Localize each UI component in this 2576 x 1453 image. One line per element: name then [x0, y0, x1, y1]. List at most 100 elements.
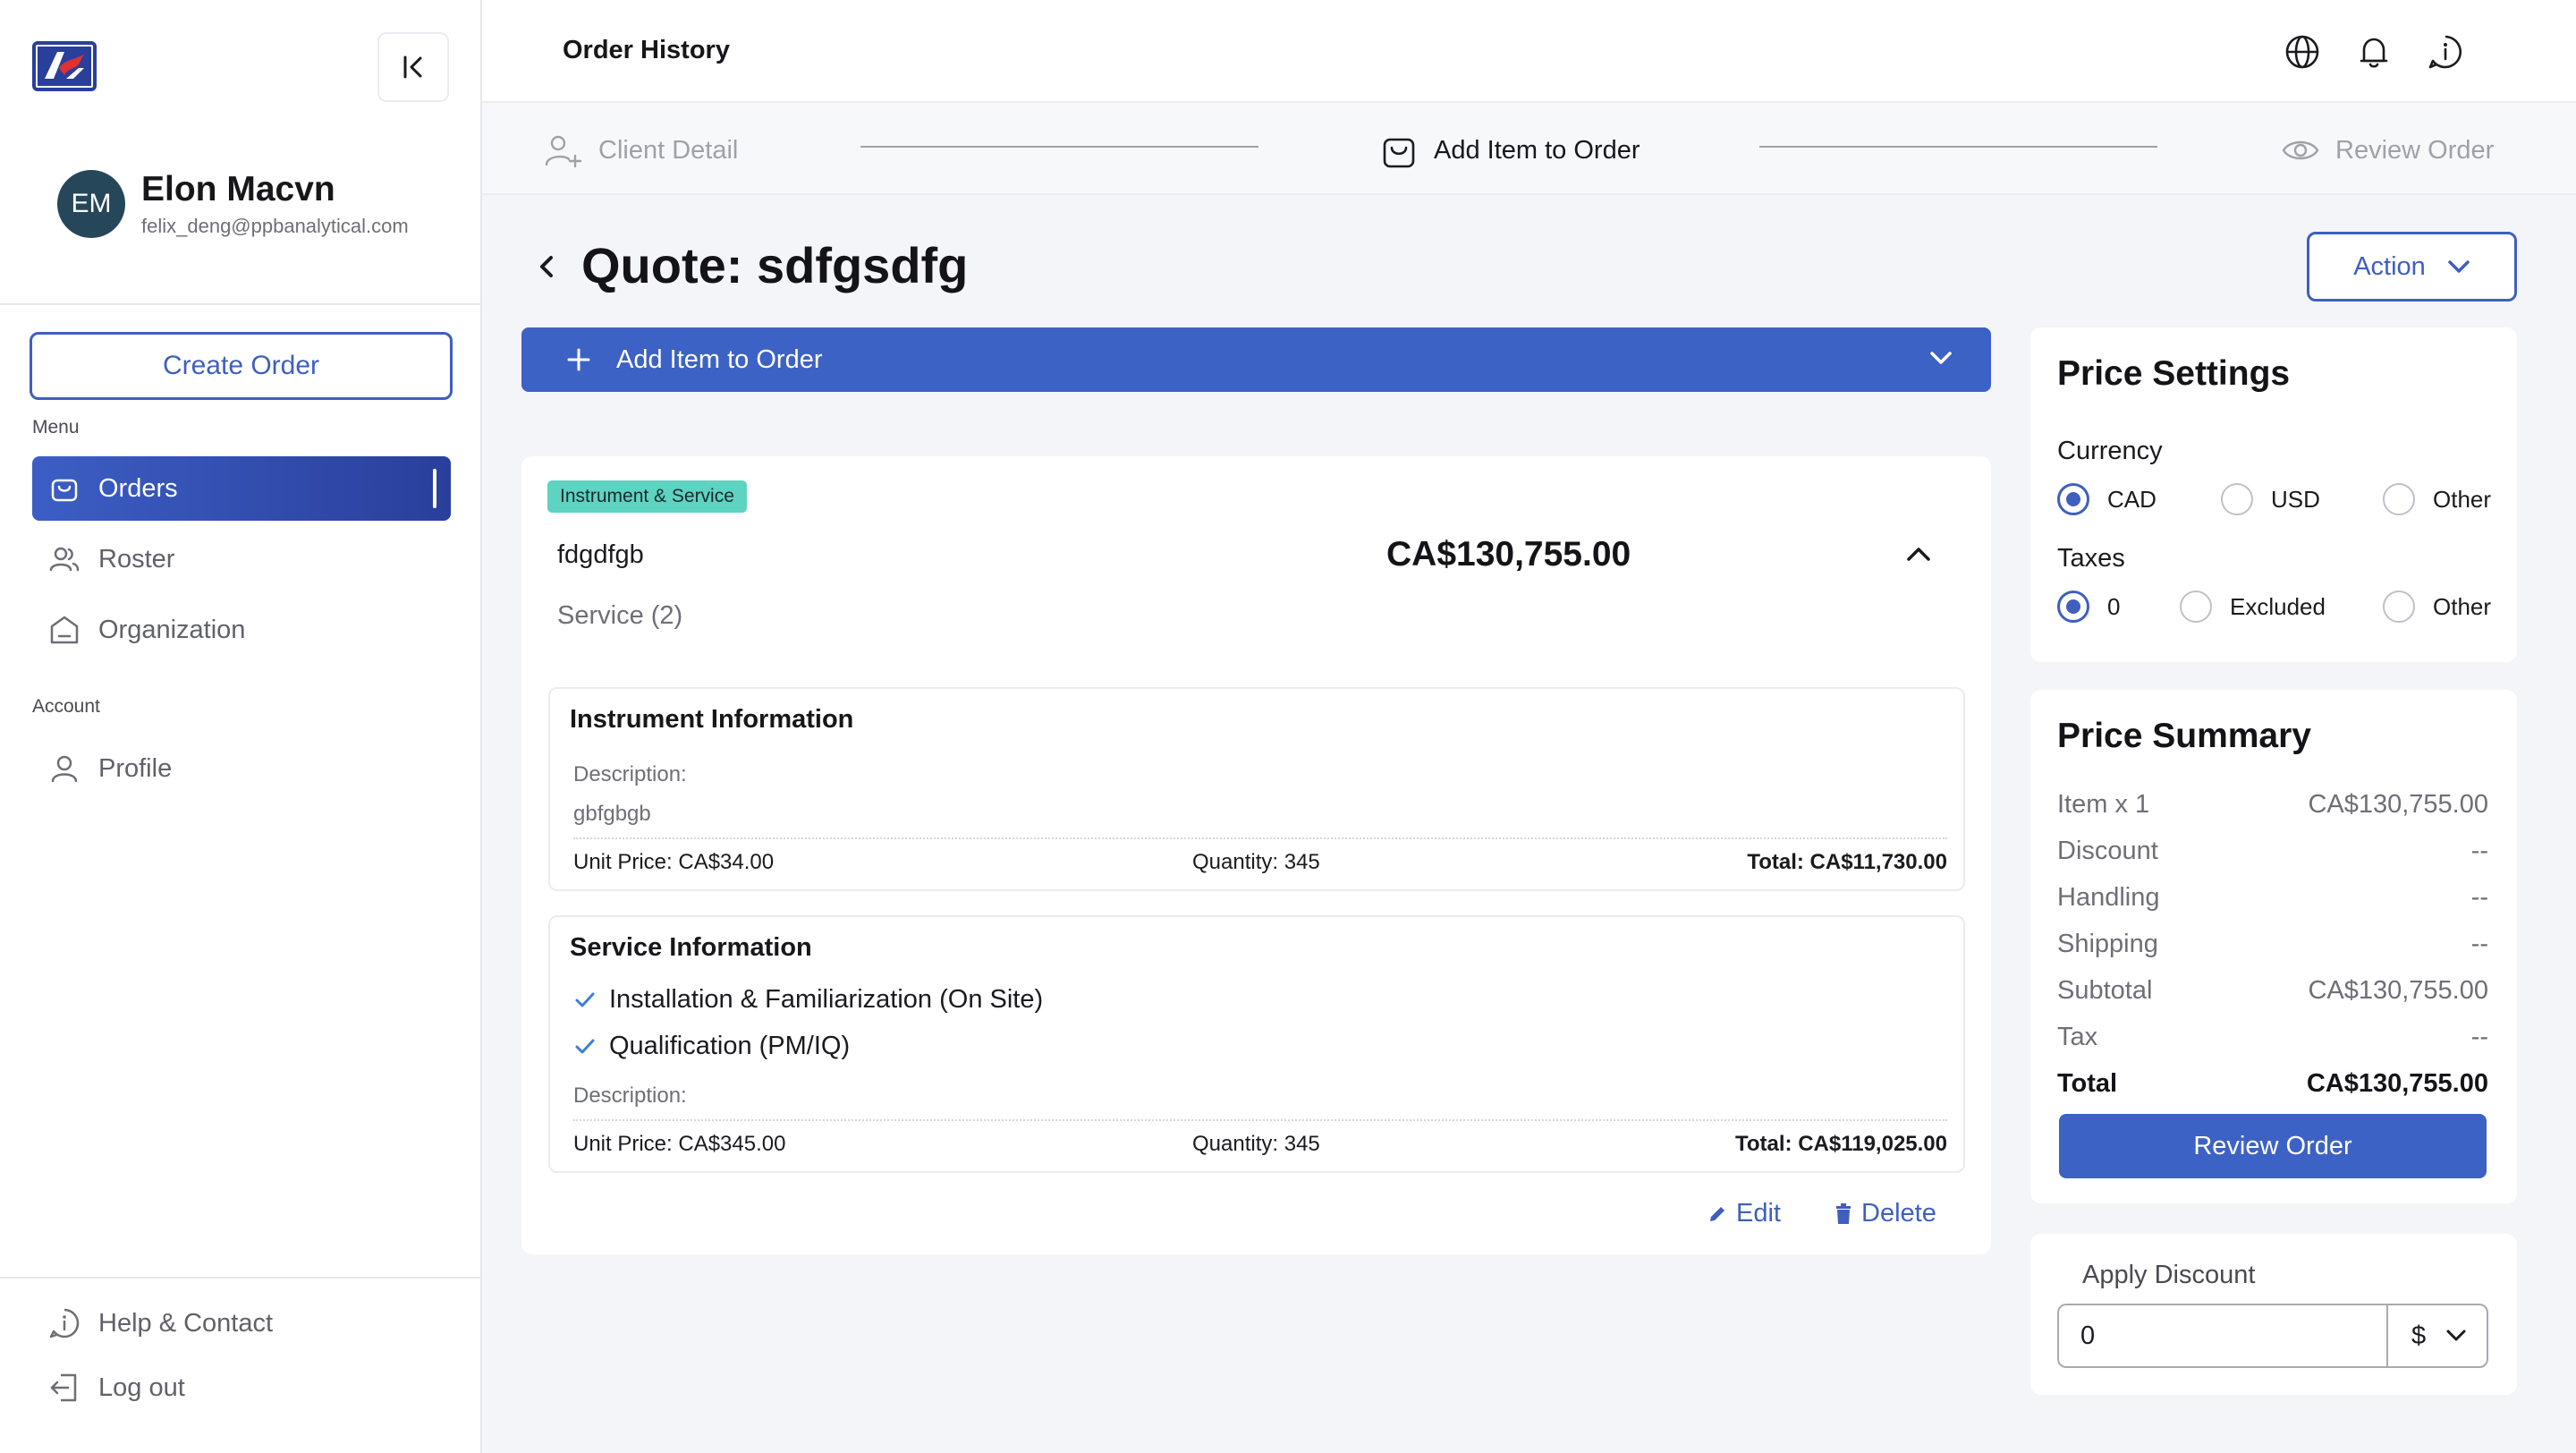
step-client-detail[interactable]: Client Detail — [543, 130, 738, 171]
logout-icon — [47, 1370, 82, 1406]
summary-label: Tax — [2057, 1023, 2098, 1051]
sidebar-item-help[interactable]: Help & Contact — [32, 1291, 451, 1355]
radio-label: Other — [2433, 485, 2492, 513]
line-total: Total: CA$119,025.00 — [1734, 1132, 1947, 1156]
summary-total-row: Total CA$130,755.00 — [2057, 1069, 2488, 1099]
delete-item-button[interactable]: Delete — [1835, 1199, 1936, 1228]
sidebar: EM Elon Macvn felix_deng@ppbanalytical.c… — [0, 0, 482, 1453]
chevron-down-icon — [1930, 352, 1952, 364]
summary-value: CA$130,755.00 — [2306, 1069, 2488, 1098]
radio-label: USD — [2271, 485, 2320, 513]
collapse-sidebar-button[interactable] — [377, 32, 449, 102]
pencil-icon — [1710, 1206, 1724, 1221]
apply-discount-panel: Apply Discount $ — [2030, 1234, 2517, 1395]
step-connector — [1759, 146, 2157, 148]
taxes-label: Taxes — [2057, 544, 2125, 573]
divider — [573, 837, 1947, 839]
panel-title: Price Settings — [2057, 354, 2291, 393]
sidebar-item-logout[interactable]: Log out — [32, 1355, 451, 1420]
sidebar-item-label: Profile — [98, 753, 173, 783]
sidebar-item-roster[interactable]: Roster — [32, 527, 451, 591]
summary-label: Item x 1 — [2057, 790, 2150, 819]
radio-dot — [2180, 591, 2212, 623]
summary-label: Total — [2057, 1069, 2118, 1098]
create-order-button[interactable]: Create Order — [30, 332, 453, 400]
quantity: Quantity: 345 — [1192, 850, 1320, 874]
avatar[interactable]: EM — [57, 170, 125, 238]
globe-icon[interactable] — [2283, 32, 2322, 72]
summary-row: Shipping -- — [2057, 930, 2488, 959]
chevron-up-icon[interactable] — [1905, 544, 1932, 564]
price-settings-panel: Price Settings Currency CAD USD Other Ta… — [2030, 327, 2517, 662]
edit-item-button[interactable]: Edit — [1707, 1199, 1781, 1228]
radio-dot — [2383, 483, 2415, 515]
summary-label: Shipping — [2057, 930, 2158, 958]
order-stepper: Client Detail Add Item to Order Review O… — [482, 103, 2576, 195]
collapse-left-icon — [403, 55, 422, 79]
radio-label: Other — [2433, 592, 2492, 620]
divider — [0, 303, 482, 305]
info-icon[interactable] — [2426, 32, 2465, 72]
tax-radio-excluded[interactable]: Excluded — [2180, 591, 2326, 623]
summary-value: -- — [2470, 837, 2488, 865]
currency-radio-usd[interactable]: USD — [2221, 483, 2320, 515]
checkmark-icon — [575, 992, 595, 1007]
add-item-to-order-button[interactable]: Add Item to Order — [521, 327, 1991, 392]
instrument-price-row: Unit Price: CA$34.00 Quantity: 345 Total… — [573, 850, 1947, 875]
discount-label: Apply Discount — [2082, 1261, 2256, 1289]
summary-value: -- — [2470, 930, 2488, 958]
sidebar-item-organization[interactable]: Organization — [32, 598, 451, 662]
user-icon — [47, 751, 82, 786]
sidebar-item-orders[interactable]: Orders — [32, 456, 451, 521]
step-add-item[interactable]: Add Item to Order — [1378, 130, 1640, 171]
currency-radio-cad[interactable]: CAD — [2057, 483, 2157, 515]
trash-icon — [1836, 1202, 1851, 1224]
order-item-card: Instrument & Service fdgdfgb CA$130,755.… — [521, 456, 1991, 1254]
user-email: felix_deng@ppbanalytical.com — [141, 215, 409, 237]
panel-title: Price Summary — [2057, 717, 2311, 755]
review-order-button[interactable]: Review Order — [2059, 1114, 2487, 1178]
description-value: gbfgbgb — [573, 802, 651, 826]
summary-value: CA$130,755.00 — [2308, 976, 2488, 1005]
tax-radio-0[interactable]: 0 — [2057, 591, 2120, 623]
delete-label: Delete — [1861, 1199, 1936, 1228]
sidebar-item-label: Organization — [98, 615, 246, 644]
menu-section-label: Menu — [32, 417, 80, 438]
action-dropdown-button[interactable]: Action — [2307, 232, 2517, 302]
summary-value: -- — [2470, 1023, 2488, 1051]
account-section-label: Account — [32, 696, 100, 717]
item-type-badge: Instrument & Service — [547, 480, 747, 513]
radio-dot — [2383, 591, 2415, 623]
summary-value: -- — [2470, 883, 2488, 912]
service-item: Installation & Familiarization (On Site) — [573, 985, 1043, 1015]
sidebar-item-label: Roster — [98, 544, 175, 574]
step-label: Add Item to Order — [1434, 135, 1640, 165]
discount-input[interactable] — [2057, 1304, 2388, 1368]
currency-radio-other[interactable]: Other — [2383, 483, 2491, 515]
unit-price: Unit Price: CA$34.00 — [573, 850, 775, 874]
step-review-order[interactable]: Review Order — [2280, 130, 2494, 171]
discount-unit-value: $ — [2411, 1321, 2427, 1350]
unit-price: Unit Price: CA$345.00 — [573, 1132, 786, 1156]
item-subtitle: Service (2) — [557, 601, 683, 630]
summary-row: Handling -- — [2057, 883, 2488, 913]
discount-unit-select[interactable]: $ — [2386, 1304, 2488, 1368]
summary-row: Item x 1 CA$130,755.00 — [2057, 790, 2488, 820]
chevron-down-icon — [2446, 1330, 2466, 1341]
tax-radio-other[interactable]: Other — [2383, 591, 2491, 623]
chevron-down-icon — [2448, 260, 2470, 273]
step-connector — [860, 146, 1258, 148]
company-logo[interactable] — [32, 41, 97, 91]
summary-value: CA$130,755.00 — [2308, 790, 2488, 819]
radio-dot — [2057, 483, 2089, 515]
radio-label: CAD — [2107, 485, 2157, 513]
sidebar-item-profile[interactable]: Profile — [32, 736, 451, 801]
description-label: Description: — [573, 1083, 687, 1108]
bell-icon[interactable] — [2354, 32, 2394, 72]
radio-label: Excluded — [2230, 592, 2326, 620]
summary-row: Discount -- — [2057, 837, 2488, 866]
service-info-box: Service Information Installation & Famil… — [548, 915, 1965, 1173]
radio-dot — [2057, 591, 2089, 623]
back-chevron-icon[interactable] — [533, 249, 558, 285]
summary-label: Handling — [2057, 883, 2160, 912]
